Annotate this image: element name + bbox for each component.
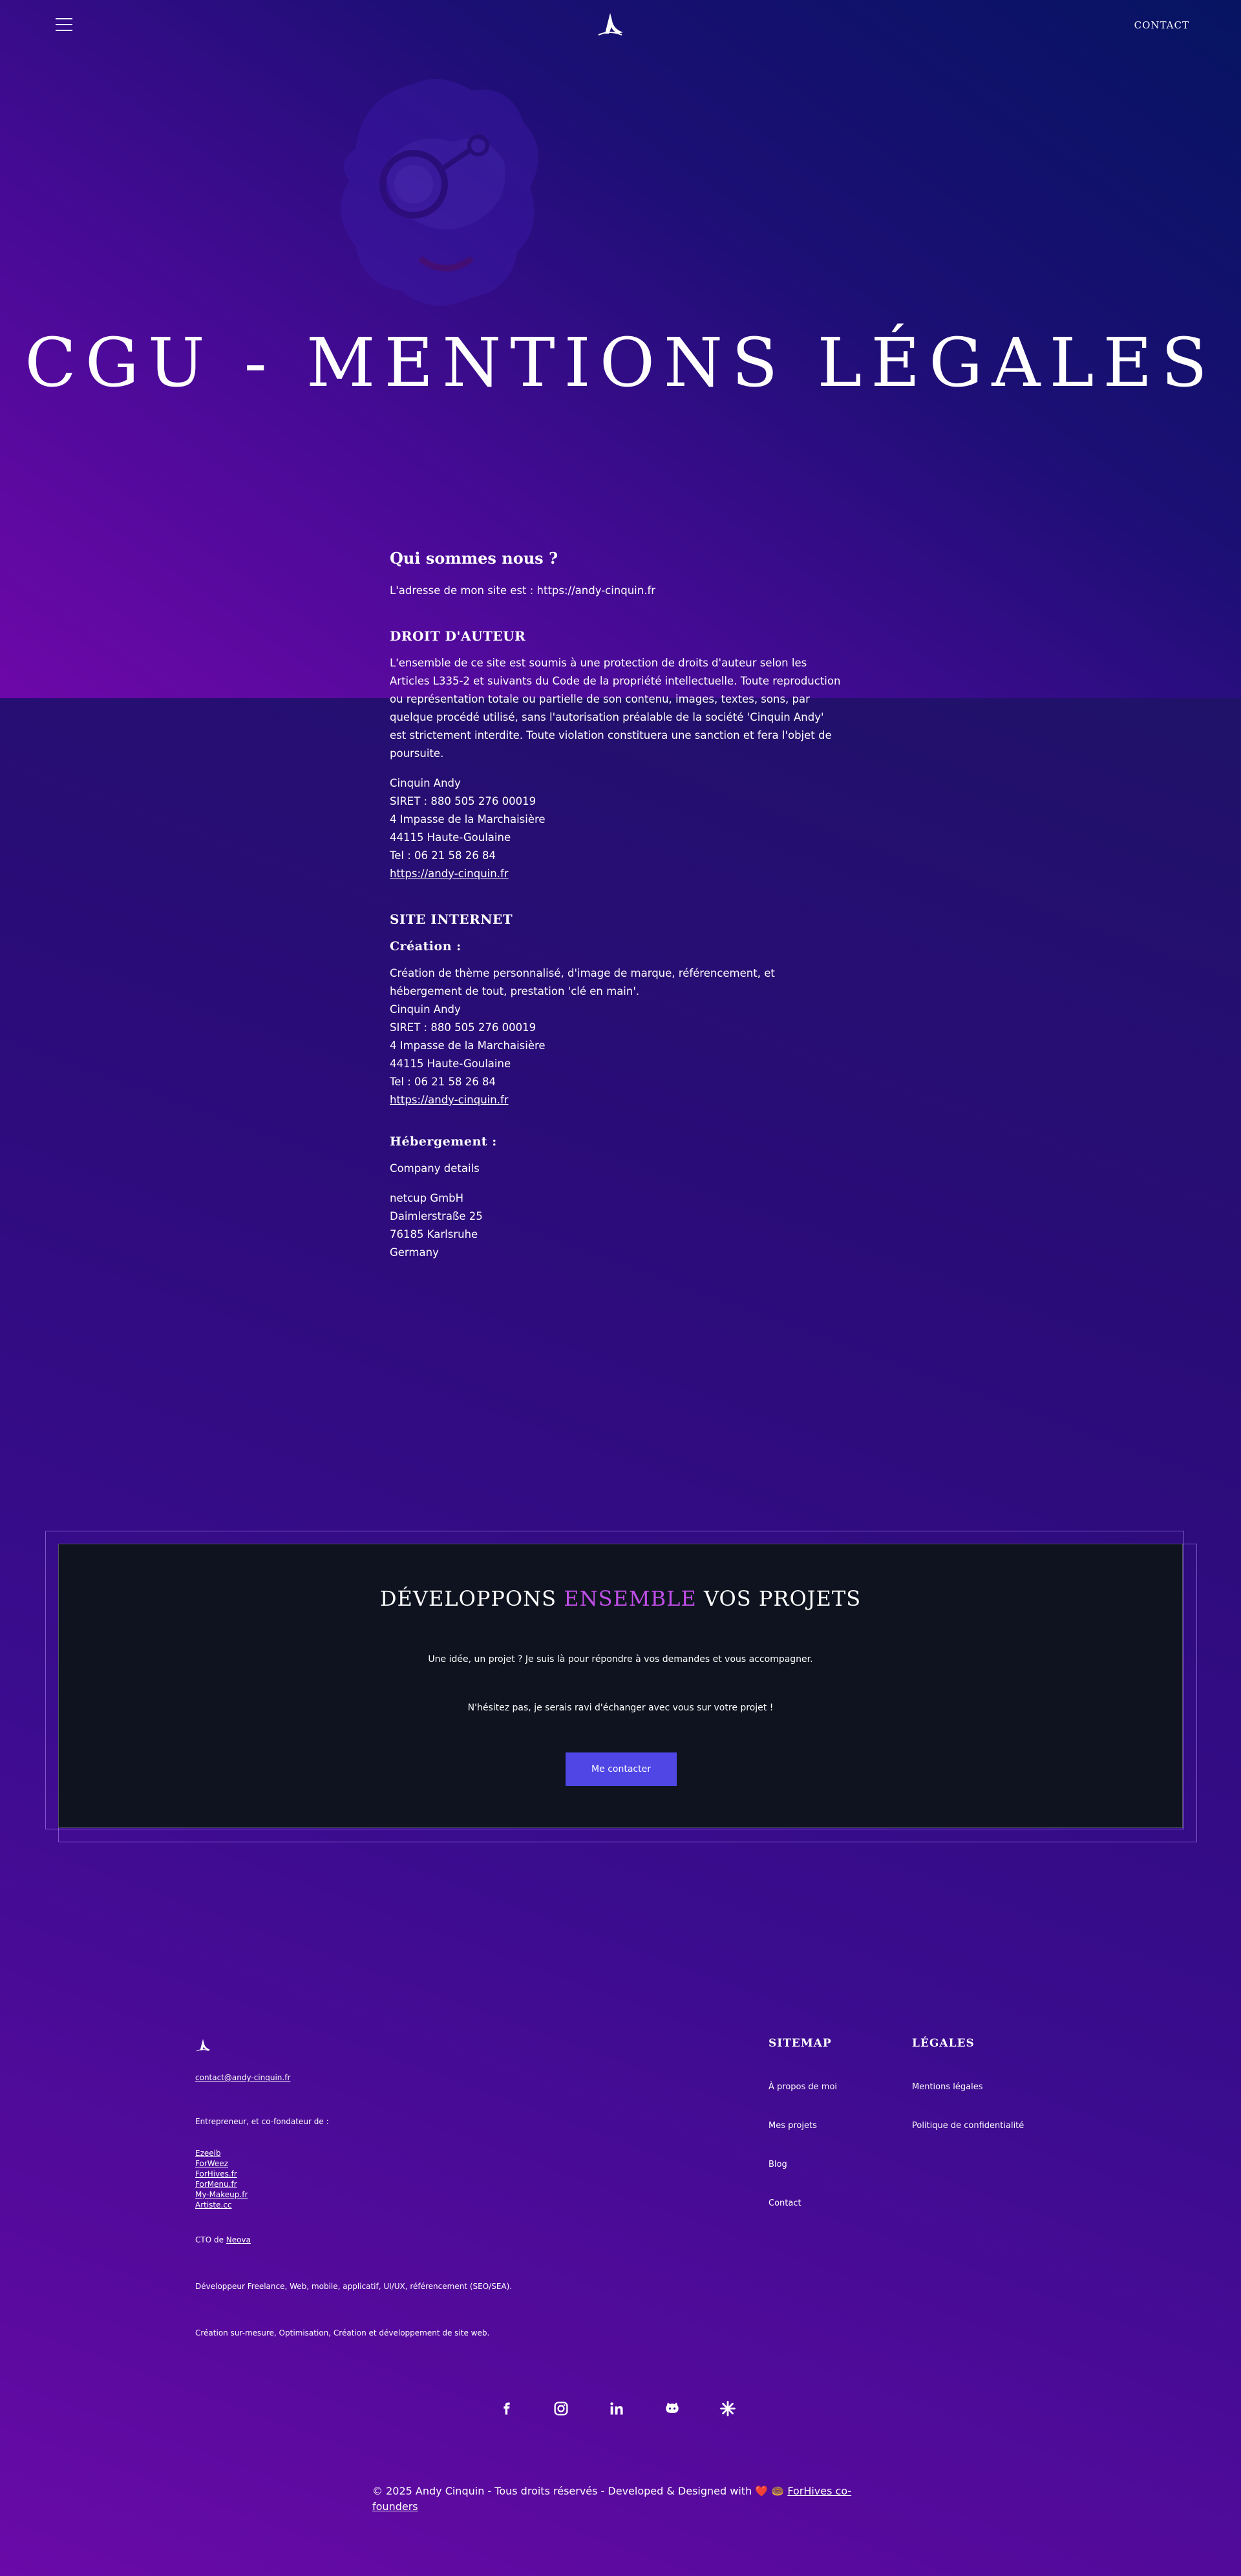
cto-company-link[interactable]: Neova bbox=[226, 2235, 251, 2244]
host-country: Germany bbox=[390, 1246, 439, 1259]
sitemap-link-contact[interactable]: Contact bbox=[769, 2198, 801, 2208]
company-link[interactable]: ForMenu.fr bbox=[195, 2180, 237, 2189]
owner-website-link[interactable]: https://andy-cinquin.fr bbox=[390, 868, 509, 880]
host-city: 76185 Karlsruhe bbox=[390, 1228, 478, 1240]
copyright-section: DROIT D'AUTEUR L'ensemble de ce site est… bbox=[390, 627, 842, 883]
company-link[interactable]: ForHives.fr bbox=[195, 2169, 237, 2178]
sitemap-link-projects[interactable]: Mes projets bbox=[769, 2121, 817, 2131]
website-section: SITE INTERNET Création : Création de thè… bbox=[390, 910, 842, 1262]
copyright-text: L'ensemble de ce site est soumis à une p… bbox=[390, 657, 841, 760]
hosting-label: Company details bbox=[390, 1162, 480, 1175]
hamburger-line bbox=[56, 18, 72, 19]
cta-title-part1: DÉVELOPPONS bbox=[379, 1586, 564, 1611]
company-link[interactable]: My-Makeup.fr bbox=[195, 2190, 248, 2199]
legal-list: Mentions légales Politique de confidenti… bbox=[912, 2082, 1080, 2160]
top-bar: CONTACT bbox=[0, 0, 1241, 52]
developer-text: Développeur Freelance, Web, mobile, appl… bbox=[195, 2282, 513, 2291]
cta-section: DÉVELOPPONS ENSEMBLE VOS PROJETS Une idé… bbox=[58, 1544, 1183, 1828]
footer-about: contact@andy-cinquin.fr Entrepreneur, et… bbox=[195, 2072, 583, 2338]
footer-logo[interactable] bbox=[195, 2036, 211, 2053]
menu-toggle-button[interactable] bbox=[56, 18, 72, 32]
malt-icon[interactable] bbox=[719, 2400, 737, 2418]
creator-phone: Tel : 06 21 58 26 84 bbox=[390, 1076, 496, 1088]
creator-city: 44115 Haute-Goulaine bbox=[390, 1058, 511, 1070]
cofounder-intro: Entrepreneur, et co-fondateur de : bbox=[195, 2117, 329, 2126]
about-section: Qui sommes nous ? L'adresse de mon site … bbox=[390, 549, 842, 600]
owner-name: Cinquin Andy bbox=[390, 777, 461, 789]
creator-name: Cinquin Andy bbox=[390, 1003, 461, 1016]
cta-title-part2: VOS PROJETS bbox=[696, 1586, 862, 1611]
site-address-text: L'adresse de mon site est : https://andy… bbox=[390, 584, 656, 597]
owner-phone: Tel : 06 21 58 26 84 bbox=[390, 849, 496, 862]
copyright-heading: DROIT D'AUTEUR bbox=[390, 628, 526, 644]
host-street: Daimlerstraße 25 bbox=[390, 1210, 483, 1222]
legal-link-privacy[interactable]: Politique de confidentialité bbox=[912, 2121, 1024, 2131]
legal-link-mentions[interactable]: Mentions légales bbox=[912, 2082, 982, 2092]
page-title: CGU - MENTIONS LÉGALES bbox=[25, 323, 1216, 402]
header-contact-link[interactable]: CONTACT bbox=[1134, 19, 1189, 31]
creator-website-link[interactable]: https://andy-cinquin.fr bbox=[390, 1094, 509, 1106]
creation-heading: Création : bbox=[390, 939, 461, 953]
site-logo[interactable] bbox=[596, 10, 624, 36]
copyright-text: © 2025 Andy Cinquin - Tous droits réserv… bbox=[372, 2485, 788, 2497]
owner-siret: SIRET : 880 505 276 00019 bbox=[390, 795, 536, 807]
creator-siret: SIRET : 880 505 276 00019 bbox=[390, 1021, 536, 1034]
copyright-line: © 2025 Andy Cinquin - Tous droits réserv… bbox=[372, 2484, 864, 2515]
hamburger-line bbox=[56, 30, 72, 31]
website-heading: SITE INTERNET bbox=[390, 911, 513, 927]
companies-list: Ezeeib ForWeez ForHives.fr ForMenu.fr My… bbox=[195, 2148, 583, 2210]
hamburger-line bbox=[56, 24, 72, 25]
cta-text-1: Une idée, un projet ? Je suis là pour ré… bbox=[428, 1654, 813, 1665]
linkedin-icon[interactable] bbox=[608, 2400, 626, 2418]
cta-title-accent: ENSEMBLE bbox=[564, 1586, 697, 1611]
sitemap-list: À propos de moi Mes projets Blog Contact bbox=[769, 2082, 898, 2237]
contact-me-button[interactable]: Me contacter bbox=[566, 1752, 677, 1786]
company-link[interactable]: Ezeeib bbox=[195, 2149, 221, 2158]
company-link[interactable]: ForWeez bbox=[195, 2159, 228, 2168]
cto-prefix: CTO de bbox=[195, 2235, 226, 2244]
hosting-heading: Hébergement : bbox=[390, 1134, 497, 1149]
cta-text-2: N'hésitez pas, je serais ravi d'échanger… bbox=[467, 1703, 774, 1713]
mascot-illustration bbox=[341, 79, 538, 306]
creator-street: 4 Impasse de la Marchaisière bbox=[390, 1039, 546, 1052]
sitemap-link-about[interactable]: À propos de moi bbox=[769, 2082, 837, 2092]
cta-title: DÉVELOPPONS ENSEMBLE VOS PROJETS bbox=[59, 1586, 1182, 1611]
about-heading: Qui sommes nous ? bbox=[390, 549, 558, 568]
sitemap-heading: SITEMAP bbox=[769, 2037, 832, 2050]
owner-city: 44115 Haute-Goulaine bbox=[390, 831, 511, 844]
instagram-icon[interactable] bbox=[552, 2400, 570, 2418]
cto-line: CTO de Neova bbox=[195, 2235, 583, 2245]
host-name: netcup GmbH bbox=[390, 1192, 464, 1204]
legal-heading: LÉGALES bbox=[912, 2037, 975, 2050]
footer-email-link[interactable]: contact@andy-cinquin.fr bbox=[195, 2073, 290, 2082]
footer-sitemap: SITEMAP À propos de moi Mes projets Blog… bbox=[769, 2037, 898, 2237]
sitemap-link-blog[interactable]: Blog bbox=[769, 2160, 787, 2169]
social-links bbox=[498, 2400, 743, 2419]
owner-street: 4 Impasse de la Marchaisière bbox=[390, 813, 546, 825]
legal-content: Qui sommes nous ? L'adresse de mon site … bbox=[390, 549, 842, 1289]
creation-text: Création de thème personnalisé, d'image … bbox=[390, 967, 775, 997]
facebook-icon[interactable] bbox=[498, 2400, 516, 2418]
creation-services-text: Création sur-mesure, Optimisation, Créat… bbox=[195, 2328, 490, 2337]
footer-legal: LÉGALES Mentions légales Politique de co… bbox=[912, 2037, 1080, 2160]
github-icon[interactable] bbox=[663, 2400, 681, 2418]
company-link[interactable]: Artiste.cc bbox=[195, 2200, 232, 2209]
